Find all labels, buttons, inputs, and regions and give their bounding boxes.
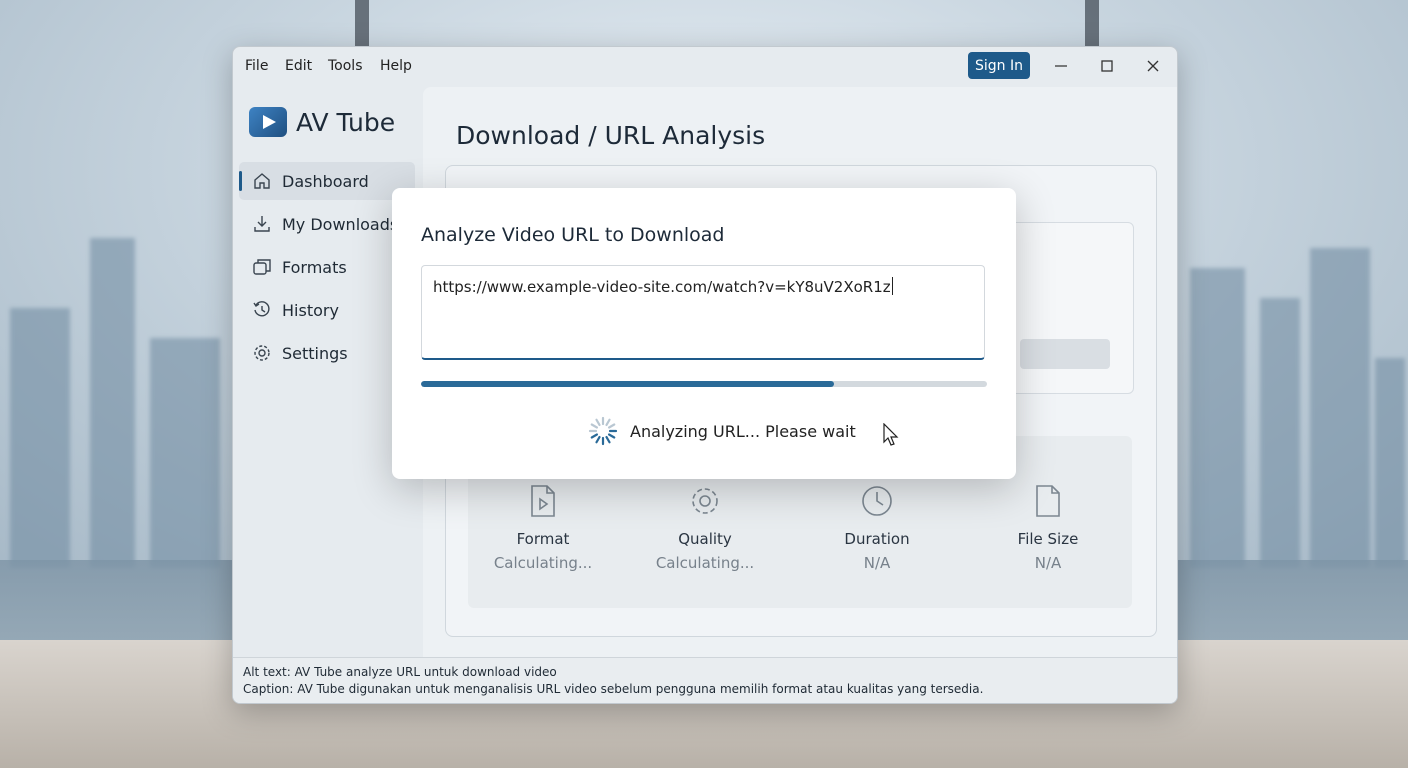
history-icon — [251, 299, 273, 321]
url-input-value: https://www.example-video-site.com/watch… — [433, 277, 893, 296]
menu-bar: File Edit Tools Help Sign In — [233, 47, 1177, 87]
stat-label: Format — [516, 530, 570, 548]
stat-label: Duration — [844, 530, 910, 548]
menu-file[interactable]: File — [245, 58, 268, 74]
formats-icon — [251, 256, 273, 278]
sidebar-item-formats[interactable]: Formats — [239, 248, 415, 286]
clock-icon — [802, 484, 952, 518]
sidebar-item-my-downloads[interactable]: My Downloads — [239, 205, 415, 243]
stat-label: File Size — [1017, 530, 1079, 548]
stat-format: Format Calculating... — [468, 484, 618, 572]
caption-text: Caption: AV Tube digunakan untuk mengana… — [243, 682, 984, 696]
video-file-icon — [468, 484, 618, 518]
alt-text: Alt text: AV Tube analyze URL untuk down… — [243, 665, 557, 679]
menu-edit[interactable]: Edit — [285, 58, 312, 74]
building — [10, 308, 70, 568]
building — [1260, 298, 1300, 568]
stat-file-size: File Size N/A — [973, 484, 1123, 572]
sidebar-item-label: History — [282, 300, 339, 320]
maximize-button[interactable] — [1095, 55, 1119, 77]
minimize-button[interactable] — [1049, 55, 1073, 77]
dialog-title: Analyze Video URL to Download — [421, 224, 725, 246]
close-icon — [1147, 60, 1159, 72]
app-logo: AV Tube — [249, 107, 395, 137]
minimize-icon — [1055, 65, 1067, 67]
status-bar: Alt text: AV Tube analyze URL untuk down… — [233, 657, 1177, 703]
building — [150, 338, 220, 568]
building — [90, 238, 135, 568]
close-button[interactable] — [1141, 55, 1165, 77]
sidebar-item-label: My Downloads — [282, 214, 399, 234]
stat-value: N/A — [1034, 554, 1062, 572]
mouse-cursor-icon — [883, 422, 899, 451]
page-title: Download / URL Analysis — [456, 121, 766, 150]
analyze-button-placeholder — [1020, 339, 1110, 369]
sidebar-item-label: Dashboard — [282, 171, 369, 191]
analysis-status: Analyzing URL... Please wait — [630, 421, 856, 441]
app-name: AV Tube — [296, 107, 396, 137]
stat-label: Quality — [678, 530, 732, 548]
menu-help[interactable]: Help — [380, 58, 412, 74]
stat-value: Calculating... — [493, 554, 593, 572]
stat-value: N/A — [863, 554, 891, 572]
loading-spinner-icon — [588, 416, 618, 446]
url-input[interactable]: https://www.example-video-site.com/watch… — [421, 265, 985, 360]
sidebar-item-label: Formats — [282, 257, 347, 277]
building — [1310, 248, 1370, 568]
gear-icon — [630, 484, 780, 518]
stat-duration: Duration N/A — [802, 484, 952, 572]
sidebar-item-settings[interactable]: Settings — [239, 334, 415, 372]
sign-in-button[interactable]: Sign In — [968, 52, 1030, 79]
gear-icon — [251, 342, 273, 364]
stat-quality: Quality Calculating... — [630, 484, 780, 572]
building — [1190, 268, 1245, 568]
file-icon — [973, 484, 1123, 518]
progress-fill — [421, 381, 835, 387]
progress-bar — [421, 381, 987, 387]
maximize-icon — [1101, 60, 1113, 72]
home-icon — [251, 170, 273, 192]
building — [1375, 358, 1405, 568]
sidebar-item-history[interactable]: History — [239, 291, 415, 329]
download-icon — [251, 213, 273, 235]
status-row: Analyzing URL... Please wait — [588, 416, 856, 446]
sidebar-item-dashboard[interactable]: Dashboard — [239, 162, 415, 200]
play-logo-icon — [249, 107, 287, 137]
stat-value: Calculating... — [655, 554, 755, 572]
sidebar-item-label: Settings — [282, 343, 348, 363]
menu-tools[interactable]: Tools — [328, 58, 363, 74]
text-caret — [891, 277, 893, 295]
analyze-dialog: Analyze Video URL to Download https://ww… — [392, 188, 1016, 479]
